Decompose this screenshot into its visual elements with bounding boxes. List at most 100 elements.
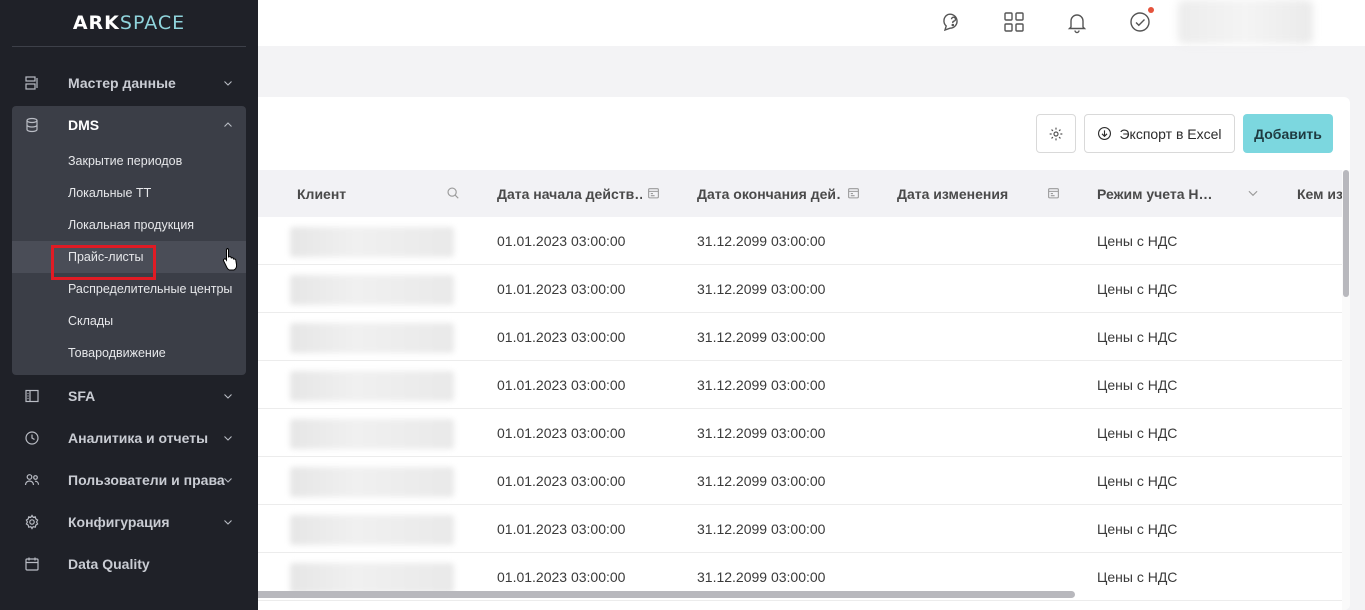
table-row[interactable]: 01.01.2023 03:00:00 31.12.2099 03:00:00 Це… bbox=[250, 457, 1342, 505]
price-list-card: Экспорт в Excel Добавить Клиент Дата нач… bbox=[250, 97, 1350, 610]
sidebar-item-analytics[interactable]: Аналитика и отчеты bbox=[12, 417, 246, 459]
end-date-cell: 31.12.2099 03:00:00 bbox=[697, 280, 826, 297]
divider bbox=[12, 46, 246, 47]
vat-mode-cell: Цены с НДС bbox=[1097, 280, 1178, 297]
client-cell-redacted bbox=[290, 227, 454, 257]
calendar-icon[interactable] bbox=[847, 186, 860, 200]
chevron-down-icon[interactable] bbox=[1246, 186, 1260, 200]
vat-mode-cell: Цены с НДС bbox=[1097, 232, 1178, 249]
vat-mode-cell: Цены с НДС bbox=[1097, 520, 1178, 537]
database-icon bbox=[24, 117, 40, 133]
sidebar-subitem-label: Локальные ТТ bbox=[68, 186, 152, 200]
sidebar-item-label: DMS bbox=[68, 117, 100, 133]
sidebar-item-sfa[interactable]: SFA bbox=[12, 375, 246, 417]
start-date-cell: 01.01.2023 03:00:00 bbox=[497, 232, 626, 249]
column-label: Режим учета Н… bbox=[1097, 185, 1213, 202]
column-start-date[interactable]: Дата начала действ… bbox=[497, 170, 642, 217]
chevron-down-icon bbox=[222, 77, 234, 89]
chevron-down-icon bbox=[222, 432, 234, 444]
column-label: Кем из bbox=[1297, 185, 1342, 202]
calendar-icon bbox=[24, 556, 40, 572]
column-client[interactable]: Клиент bbox=[297, 170, 457, 217]
sidebar-item-dms[interactable]: DMS bbox=[12, 104, 246, 146]
sidebar-subitem-local-products[interactable]: Локальная продукция bbox=[12, 209, 246, 241]
master-data-icon bbox=[24, 75, 40, 91]
table-row[interactable]: 01.01.2023 03:00:00 31.12.2099 03:00:00 Це… bbox=[250, 409, 1342, 457]
bell-icon[interactable] bbox=[1065, 10, 1089, 34]
search-icon[interactable] bbox=[446, 186, 460, 200]
add-button[interactable]: Добавить bbox=[1243, 114, 1333, 153]
sidebar-subitem-label: Локальная продукция bbox=[68, 218, 195, 232]
chevron-up-icon bbox=[222, 119, 234, 131]
end-date-cell: 31.12.2099 03:00:00 bbox=[697, 472, 826, 489]
table-header: Клиент Дата начала действ… Дата окончани… bbox=[250, 170, 1342, 217]
end-date-cell: 31.12.2099 03:00:00 bbox=[697, 424, 826, 441]
check-circle-icon[interactable] bbox=[1128, 7, 1154, 34]
end-date-cell: 31.12.2099 03:00:00 bbox=[697, 520, 826, 537]
chevron-down-icon bbox=[222, 474, 234, 486]
logo[interactable]: ARKSPACE bbox=[0, 12, 258, 34]
column-label: Дата начала действ… bbox=[497, 185, 642, 202]
vat-mode-cell: Цены с НДС bbox=[1097, 376, 1178, 393]
client-cell-redacted bbox=[290, 275, 454, 305]
start-date-cell: 01.01.2023 03:00:00 bbox=[497, 424, 626, 441]
sidebar-item-users[interactable]: Пользователи и права bbox=[12, 459, 246, 501]
column-label: Дата окончания дей… bbox=[697, 185, 842, 202]
table-row[interactable]: 01.01.2023 03:00:00 31.12.2099 03:00:00 Це… bbox=[250, 265, 1342, 313]
sidebar-subitem-label: Склады bbox=[68, 314, 114, 328]
column-end-date[interactable]: Дата окончания дей… bbox=[697, 170, 842, 217]
start-date-cell: 01.01.2023 03:00:00 bbox=[497, 472, 626, 489]
end-date-cell: 31.12.2099 03:00:00 bbox=[697, 376, 826, 393]
vertical-scrollbar[interactable] bbox=[1343, 170, 1349, 297]
calendar-icon[interactable] bbox=[1047, 186, 1060, 200]
vat-mode-cell: Цены с НДС bbox=[1097, 568, 1178, 585]
sidebar-subitem-local-outlets[interactable]: Локальные ТТ bbox=[12, 177, 246, 209]
logo-text-right: SPACE bbox=[119, 12, 186, 34]
sidebar-item-label: SFA bbox=[68, 388, 96, 404]
column-changed-by[interactable]: Кем из bbox=[1297, 170, 1342, 217]
sidebar-item-label: Конфигурация bbox=[68, 514, 170, 530]
column-label: Клиент bbox=[297, 185, 347, 202]
chevron-down-icon bbox=[222, 516, 234, 528]
vat-mode-cell: Цены с НДС bbox=[1097, 328, 1178, 345]
help-chat-icon[interactable] bbox=[939, 10, 963, 34]
client-cell-redacted bbox=[290, 467, 454, 497]
table-row[interactable]: 01.01.2023 03:00:00 31.12.2099 03:00:00 Це… bbox=[250, 505, 1342, 553]
sidebar-item-label: Мастер данные bbox=[68, 75, 176, 91]
sidebar-subitem-label: Товародвижение bbox=[68, 346, 166, 360]
export-excel-button[interactable]: Экспорт в Excel bbox=[1084, 114, 1235, 153]
sidebar: ARKSPACE Мастер данные DMS Закрытие пери… bbox=[0, 0, 258, 610]
column-changed-date[interactable]: Дата изменения bbox=[897, 170, 1042, 217]
client-cell-redacted bbox=[290, 371, 454, 401]
table-body: 01.01.2023 03:00:00 31.12.2099 03:00:00 Це… bbox=[250, 217, 1342, 601]
table-row[interactable]: 01.01.2023 03:00:00 31.12.2099 03:00:00 Це… bbox=[250, 313, 1342, 361]
start-date-cell: 01.01.2023 03:00:00 bbox=[497, 328, 626, 345]
sidebar-subitem-period-closing[interactable]: Закрытие периодов bbox=[12, 145, 246, 177]
table-row[interactable]: 01.01.2023 03:00:00 31.12.2099 03:00:00 Це… bbox=[250, 361, 1342, 409]
sidebar-subitem-warehouses[interactable]: Склады bbox=[12, 305, 246, 337]
column-vat-mode[interactable]: Режим учета Н… bbox=[1097, 170, 1237, 217]
sidebar-item-data-quality[interactable]: Data Quality bbox=[12, 543, 246, 585]
user-profile[interactable] bbox=[1178, 0, 1313, 44]
sidebar-item-label: Data Quality bbox=[68, 556, 150, 572]
table-row[interactable]: 01.01.2023 03:00:00 31.12.2099 03:00:00 Це… bbox=[250, 217, 1342, 265]
vat-mode-cell: Цены с НДС bbox=[1097, 424, 1178, 441]
logo-text-left: ARK bbox=[72, 12, 120, 34]
calendar-icon[interactable] bbox=[647, 186, 660, 200]
horizontal-scrollbar[interactable] bbox=[250, 591, 1075, 598]
sidebar-subitem-label: Распределительные центры bbox=[68, 282, 233, 296]
apps-grid-icon[interactable] bbox=[1002, 10, 1026, 34]
table-settings-button[interactable] bbox=[1036, 114, 1076, 153]
gear-icon bbox=[1049, 127, 1063, 140]
sidebar-item-master-data[interactable]: Мастер данные bbox=[12, 62, 246, 104]
client-cell-redacted bbox=[290, 563, 454, 593]
client-cell-redacted bbox=[290, 323, 454, 353]
sidebar-item-configuration[interactable]: Конфигурация bbox=[12, 501, 246, 543]
clock-icon bbox=[24, 430, 40, 446]
notification-dot bbox=[1148, 7, 1154, 13]
sidebar-item-label: Пользователи и права bbox=[68, 472, 225, 488]
vat-mode-cell: Цены с НДС bbox=[1097, 472, 1178, 489]
column-label: Дата изменения bbox=[897, 185, 1009, 202]
sidebar-subitem-goods-movement[interactable]: Товародвижение bbox=[12, 337, 246, 369]
end-date-cell: 31.12.2099 03:00:00 bbox=[697, 328, 826, 345]
